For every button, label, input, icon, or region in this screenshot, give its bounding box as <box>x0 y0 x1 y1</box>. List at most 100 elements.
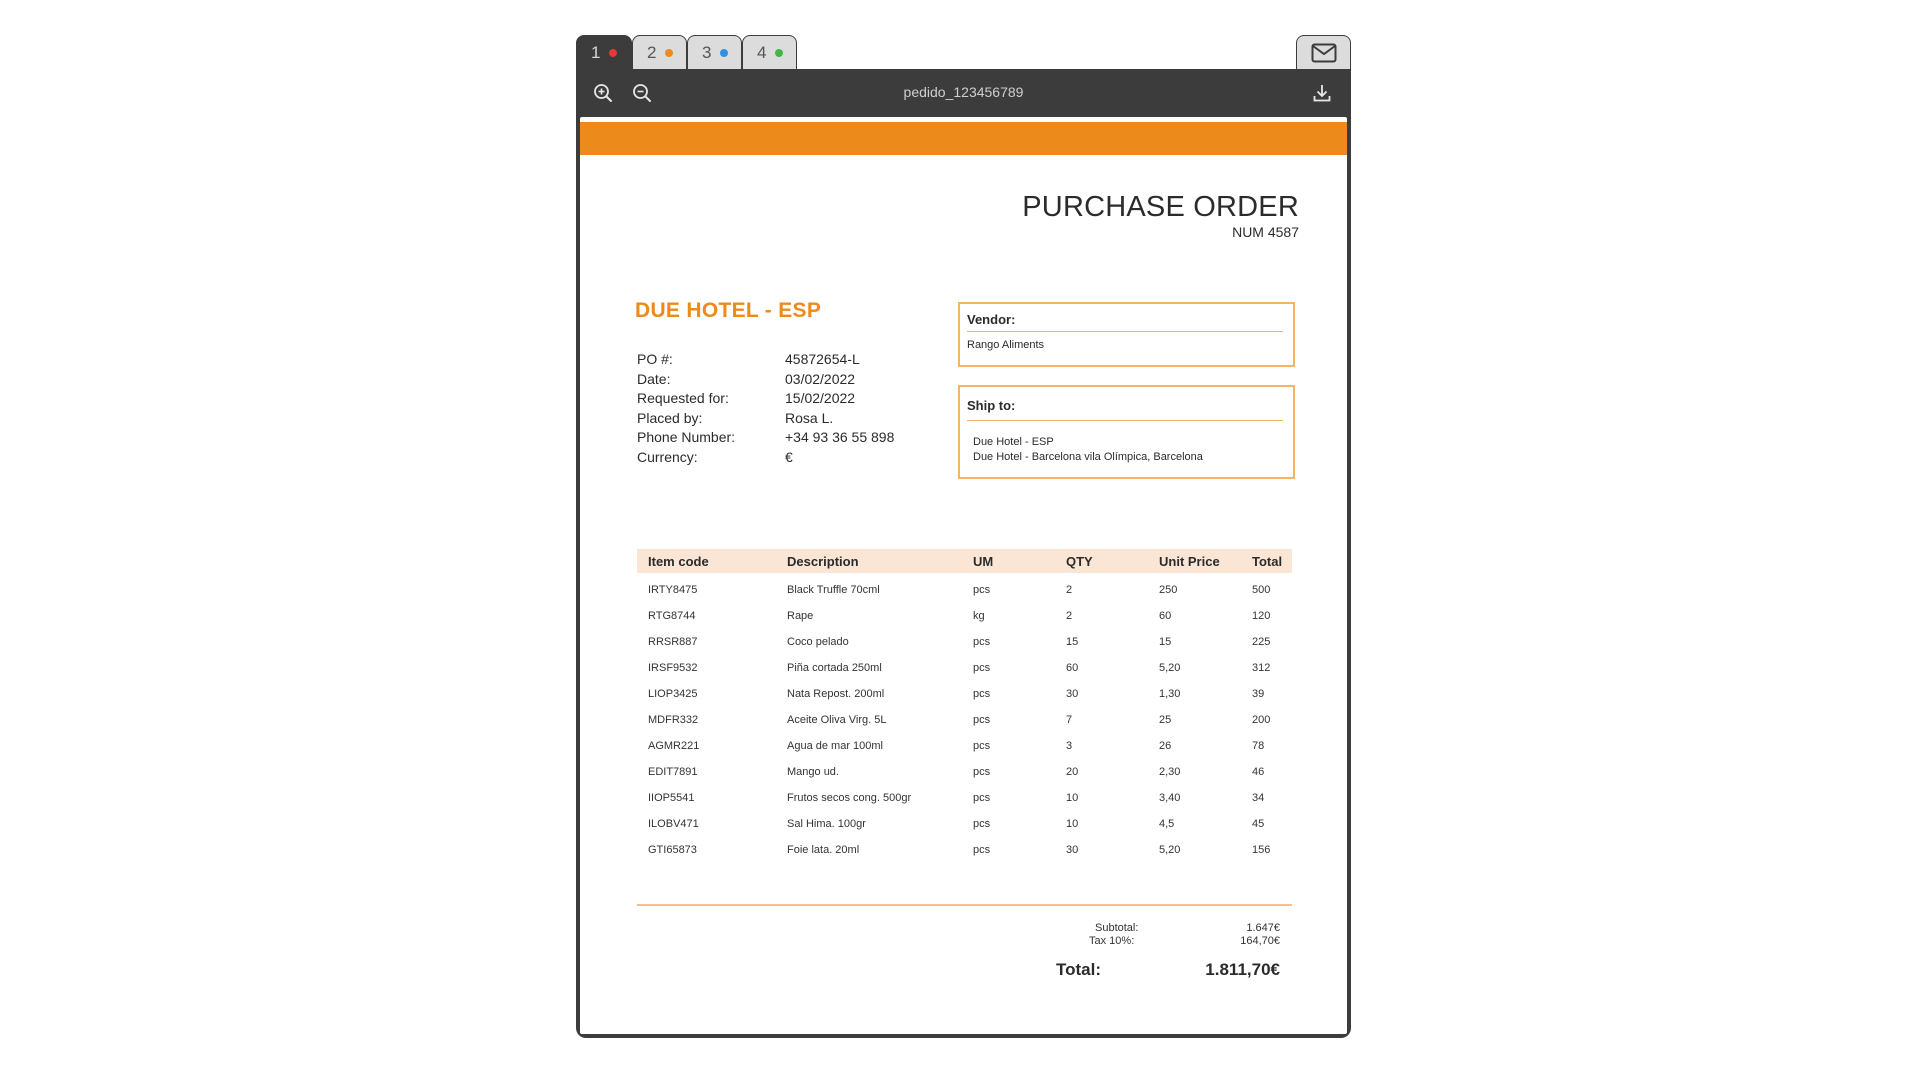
download-button[interactable] <box>1310 81 1334 105</box>
cell-total: 46 <box>1252 766 1265 778</box>
detail-value: 45872654-L <box>785 351 860 367</box>
cell-description: Frutos secos cong. 500gr <box>787 792 912 804</box>
divider <box>967 420 1283 421</box>
cell-description: Aceite Oliva Virg. 5L <box>787 714 887 726</box>
cell-item-code: ILOBV471 <box>648 818 699 830</box>
detail-value: Rosa L. <box>785 409 834 426</box>
cell-item-code: IRTY8475 <box>648 584 698 596</box>
page-title: PURCHASE ORDER <box>1022 191 1299 223</box>
cell-total: 500 <box>1252 584 1271 596</box>
tab-2[interactable]: 2 <box>632 35 687 70</box>
cell-description: Foie lata. 20ml <box>787 844 860 856</box>
column-header: Item code <box>648 554 709 569</box>
cell-total: 156 <box>1252 844 1271 856</box>
cell-unit-price: 25 <box>1159 714 1172 726</box>
detail-row: Phone Number: +34 93 36 55 898 <box>637 429 937 449</box>
cell-total: 120 <box>1252 610 1271 622</box>
cell-description: Nata Repost. 200ml <box>787 688 885 700</box>
table-body: IRTY8475 Black Truffle 70cml pcs 2 250 5… <box>637 578 1292 864</box>
table-row: AGMR221 Agua de mar 100ml pcs 3 26 78 <box>637 734 1292 760</box>
detail-value: 03/02/2022 <box>785 370 856 387</box>
vendor-title: Vendor: <box>967 312 1016 327</box>
detail-value: 15/02/2022 <box>785 390 856 406</box>
detail-value: +34 93 36 55 898 <box>785 429 895 445</box>
vendor-box: Vendor: Rango Aliments <box>958 302 1295 367</box>
cell-total: 45 <box>1252 818 1265 830</box>
cell-unit-price: 4,5 <box>1159 818 1175 830</box>
tab-4[interactable]: 4 <box>742 35 797 70</box>
download-icon <box>1313 85 1331 102</box>
cell-um: pcs <box>973 766 991 778</box>
detail-label: Requested for: <box>637 390 729 406</box>
cell-qty: 10 <box>1066 792 1079 804</box>
cell-unit-price: 5,20 <box>1159 662 1181 674</box>
cell-total: 200 <box>1252 714 1271 726</box>
cell-total: 39 <box>1252 688 1265 700</box>
table-row: IIOP5541 Frutos secos cong. 500gr pcs 10… <box>637 786 1292 812</box>
detail-row: Currency: € <box>637 449 937 469</box>
divider <box>967 331 1283 332</box>
column-header: Unit Price <box>1159 554 1220 569</box>
detail-row: Placed by: Rosa L. <box>637 410 937 430</box>
cell-description: Mango ud. <box>787 766 839 778</box>
status-dot-icon <box>609 49 618 57</box>
document-title: pedido_123456789 <box>903 84 1024 100</box>
cell-item-code: LIOP3425 <box>648 688 698 700</box>
cell-description: Piña cortada 250ml <box>787 662 882 674</box>
tab-3[interactable]: 3 <box>687 35 742 70</box>
cell-um: pcs <box>973 792 991 804</box>
tab-label: 2 <box>647 43 657 62</box>
detail-label: Date: <box>637 370 671 387</box>
cell-unit-price: 3,40 <box>1159 792 1181 804</box>
detail-label: Phone Number: <box>637 429 736 445</box>
summary-divider <box>637 904 1292 906</box>
total-value: 1.811,70€ <box>1205 960 1280 979</box>
cell-item-code: MDFR332 <box>648 714 699 726</box>
cell-description: Agua de mar 100ml <box>787 740 883 752</box>
column-header: UM <box>973 554 994 569</box>
mail-button[interactable] <box>1296 35 1351 70</box>
cell-unit-price: 2,30 <box>1159 766 1181 778</box>
ship-to-line: Due Hotel - Barcelona vila Olímpica, Bar… <box>973 451 1203 463</box>
cell-qty: 20 <box>1066 766 1079 778</box>
cell-description: Sal Hima. 100gr <box>787 818 866 830</box>
cell-um: pcs <box>973 636 991 648</box>
order-details: PO #: 45872654-L Date: 03/02/2022 Reques… <box>637 351 937 468</box>
cell-description: Rape <box>787 610 814 622</box>
company-name: DUE HOTEL - ESP <box>635 299 822 322</box>
column-header: QTY <box>1066 554 1093 569</box>
ship-to-title: Ship to: <box>967 398 1016 413</box>
detail-row: PO #: 45872654-L <box>637 351 937 371</box>
cell-um: pcs <box>973 714 991 726</box>
cell-unit-price: 15 <box>1159 636 1172 648</box>
cell-um: pcs <box>973 818 991 830</box>
table-row: RRSR887 Coco pelado pcs 15 15 225 <box>637 630 1292 656</box>
cell-unit-price: 250 <box>1159 584 1178 596</box>
status-dot-icon <box>775 49 784 57</box>
status-dot-icon <box>665 49 674 57</box>
tab-label: 3 <box>702 43 712 62</box>
cell-item-code: IRSF9532 <box>648 662 698 674</box>
cell-item-code: GTI65873 <box>648 844 697 856</box>
pdf-viewer: pedido_123456789 PURCHASE ORDER NUM 4587… <box>576 69 1351 1038</box>
tab-label: 1 <box>591 43 601 62</box>
viewer-toolbar: pedido_123456789 <box>576 69 1351 117</box>
cell-total: 34 <box>1252 792 1265 804</box>
tab-1[interactable]: 1 <box>576 35 632 70</box>
tax-label: Tax 10%: <box>1089 935 1135 947</box>
table-row: ILOBV471 Sal Hima. 100gr pcs 10 4,5 45 <box>637 812 1292 838</box>
cell-total: 312 <box>1252 662 1271 674</box>
column-header: Total <box>1252 554 1283 569</box>
detail-label: Placed by: <box>637 409 703 426</box>
cell-um: pcs <box>973 740 991 752</box>
cell-description: Black Truffle 70cml <box>787 584 880 596</box>
cell-um: pcs <box>973 584 991 596</box>
status-dot-icon <box>720 49 729 57</box>
cell-qty: 2 <box>1066 584 1073 596</box>
cell-total: 78 <box>1252 740 1265 752</box>
table-row: EDIT7891 Mango ud. pcs 20 2,30 46 <box>637 760 1292 786</box>
cell-item-code: AGMR221 <box>648 740 700 752</box>
cell-um: pcs <box>973 662 991 674</box>
cell-qty: 3 <box>1066 740 1073 752</box>
cell-description: Coco pelado <box>787 636 849 648</box>
